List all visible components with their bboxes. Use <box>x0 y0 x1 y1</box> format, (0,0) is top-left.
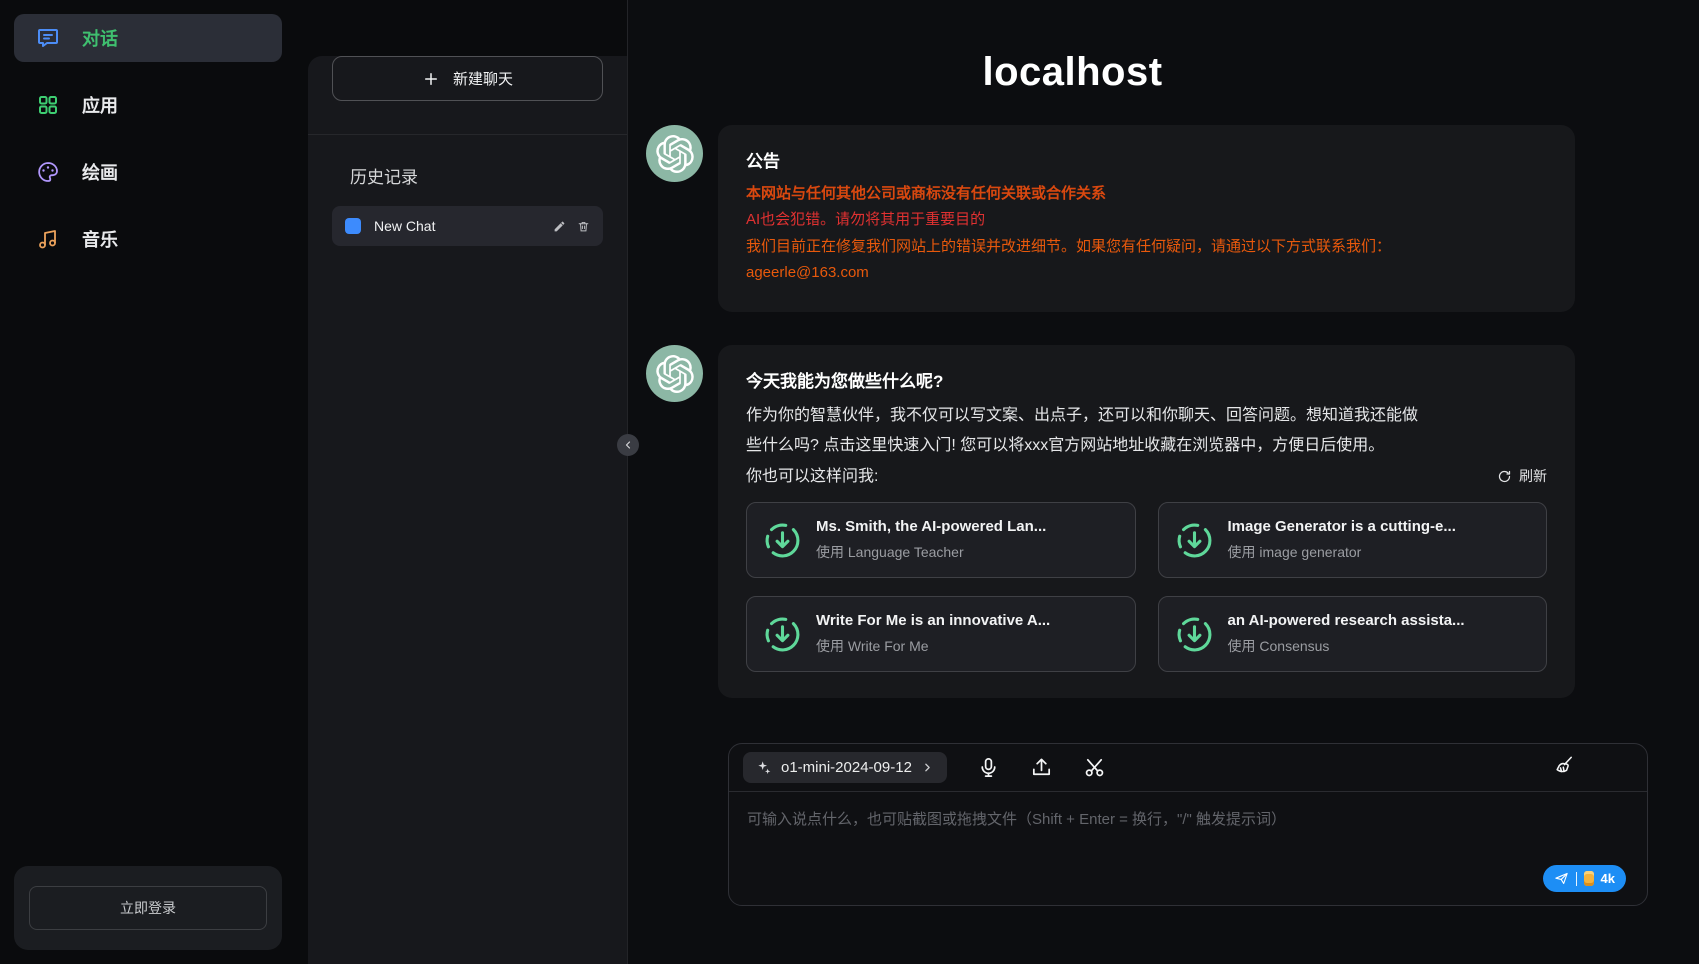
suggestion-card[interactable]: an AI-powered research assista... 使用 Con… <box>1158 596 1548 672</box>
suggestion-title: Image Generator is a cutting-e... <box>1228 518 1456 535</box>
sidebar-item-label: 绘画 <box>82 159 118 185</box>
refresh-icon <box>1497 469 1512 484</box>
app-window: 对话 应用 绘画 音乐 立即登录 新建聊天 历史记录 <box>0 0 1699 964</box>
sidebar-item-label: 对话 <box>82 25 118 51</box>
download-circle-icon <box>1176 616 1213 653</box>
announcement-line: 我们目前正在修复我们网站上的错误并改进细节。如果您有任何疑问，请通过以下方式联系… <box>746 234 1547 260</box>
announcement-line: 本网站与任何其他公司或商标没有任何关联或合作关系 <box>746 181 1547 207</box>
paper-plane-icon <box>1554 871 1569 886</box>
upload-icon[interactable] <box>1030 756 1053 779</box>
collapse-sidebar-button[interactable] <box>617 434 639 456</box>
announcement-line: AI也会犯错。请勿将其用于重要目的 <box>746 207 1547 233</box>
send-button[interactable]: 4k <box>1543 865 1626 892</box>
openai-logo-icon <box>656 355 694 393</box>
palette-icon <box>36 160 60 184</box>
broom-icon[interactable] <box>1552 754 1575 777</box>
sidebar-item-music[interactable]: 音乐 <box>14 215 282 263</box>
chat-avatar-square <box>345 218 361 234</box>
suggestion-title: an AI-powered research assista... <box>1228 612 1465 629</box>
plus-icon <box>422 70 440 88</box>
composer: o1-mini-2024-09-12 4k <box>728 743 1648 906</box>
token-badge: 4k <box>1601 871 1615 886</box>
microphone-icon[interactable] <box>977 756 1000 779</box>
chat-list-column: 新建聊天 历史记录 New Chat <box>296 0 628 964</box>
edit-icon[interactable] <box>553 220 566 233</box>
sidebar-item-chat[interactable]: 对话 <box>14 14 282 62</box>
ask-label: 你也可以这样问我: <box>746 462 878 486</box>
message-bubble: 今天我能为您做些什么呢? 作为你的智慧伙伴，我不仅可以写文案、出点子，还可以和你… <box>718 345 1575 698</box>
suggestion-card[interactable]: Ms. Smith, the AI-powered Lan... 使用 Lang… <box>746 502 1136 578</box>
chat-bubble-icon <box>36 26 60 50</box>
announcement-heading: 公告 <box>746 147 1547 172</box>
model-selector[interactable]: o1-mini-2024-09-12 <box>743 752 947 783</box>
sidebar-item-label: 音乐 <box>82 226 118 252</box>
suggestion-subtitle: 使用 image generator <box>1228 542 1456 562</box>
message-input[interactable] <box>729 792 1647 905</box>
suggestion-title: Ms. Smith, the AI-powered Lan... <box>816 518 1046 535</box>
token-coin-icon <box>1584 871 1594 886</box>
chevron-left-icon <box>622 439 634 451</box>
history-actions <box>553 220 590 233</box>
welcome-heading: 今天我能为您做些什么呢? <box>746 367 1547 392</box>
assistant-avatar <box>646 345 703 402</box>
suggestion-subtitle: 使用 Write For Me <box>816 636 1050 656</box>
history-title: 历史记录 <box>308 135 627 206</box>
suggestion-subtitle: 使用 Consensus <box>1228 636 1465 656</box>
sidebar-item-label: 应用 <box>82 92 118 118</box>
suggestion-card[interactable]: Write For Me is an innovative A... 使用 Wr… <box>746 596 1136 672</box>
message-list: 公告 本网站与任何其他公司或商标没有任何关联或合作关系 AI也会犯错。请勿将其用… <box>628 125 1699 698</box>
assistant-avatar <box>646 125 703 182</box>
sidebar: 对话 应用 绘画 音乐 立即登录 <box>0 0 296 964</box>
download-circle-icon <box>764 616 801 653</box>
login-button[interactable]: 立即登录 <box>29 886 267 930</box>
clear-context-wrap <box>1552 754 1575 782</box>
refresh-label: 刷新 <box>1519 466 1547 486</box>
suggestion-title: Write For Me is an innovative A... <box>816 612 1050 629</box>
session-title: localhost <box>646 50 1499 95</box>
sparkle-icon <box>756 760 772 776</box>
history-item[interactable]: New Chat <box>332 206 603 246</box>
history-item-title: New Chat <box>374 218 435 234</box>
welcome-body: 作为你的智慧伙伴，我不仅可以写文案、出点子，还可以和你聊天、回答问题。想知道我还… <box>746 401 1426 460</box>
scissors-icon[interactable] <box>1083 756 1106 779</box>
music-note-icon <box>36 227 60 251</box>
login-panel: 立即登录 <box>14 866 282 950</box>
refresh-suggestions-button[interactable]: 刷新 <box>1497 466 1547 486</box>
message-bubble: 公告 本网站与任何其他公司或商标没有任何关联或合作关系 AI也会犯错。请勿将其用… <box>718 125 1575 312</box>
message-welcome: 今天我能为您做些什么呢? 作为你的智慧伙伴，我不仅可以写文案、出点子，还可以和你… <box>646 345 1575 698</box>
chat-list-panel: 新建聊天 历史记录 New Chat <box>308 56 627 964</box>
download-circle-icon <box>1176 522 1213 559</box>
delete-icon[interactable] <box>577 220 590 233</box>
suggestion-grid: Ms. Smith, the AI-powered Lan... 使用 Lang… <box>746 502 1547 672</box>
openai-logo-icon <box>656 135 694 173</box>
divider <box>1576 872 1577 886</box>
download-circle-icon <box>764 522 801 559</box>
new-chat-label: 新建聊天 <box>453 68 513 89</box>
composer-toolbar: o1-mini-2024-09-12 <box>729 744 1647 792</box>
composer-body: 4k <box>729 792 1647 905</box>
sidebar-item-apps[interactable]: 应用 <box>14 81 282 129</box>
suggestion-card[interactable]: Image Generator is a cutting-e... 使用 ima… <box>1158 502 1548 578</box>
chat-main: localhost 公告 本网站与任何其他公司或商标没有任何关联或合作关系 AI… <box>628 0 1699 964</box>
apps-grid-icon <box>36 93 60 117</box>
suggestion-subtitle: 使用 Language Teacher <box>816 542 1046 562</box>
new-chat-button[interactable]: 新建聊天 <box>332 56 603 101</box>
message-announcement: 公告 本网站与任何其他公司或商标没有任何关联或合作关系 AI也会犯错。请勿将其用… <box>646 125 1575 312</box>
sidebar-item-drawing[interactable]: 绘画 <box>14 148 282 196</box>
model-name: o1-mini-2024-09-12 <box>781 759 912 776</box>
chevron-right-icon <box>921 761 934 774</box>
contact-email-link[interactable]: ageerle@163.com <box>746 264 869 281</box>
